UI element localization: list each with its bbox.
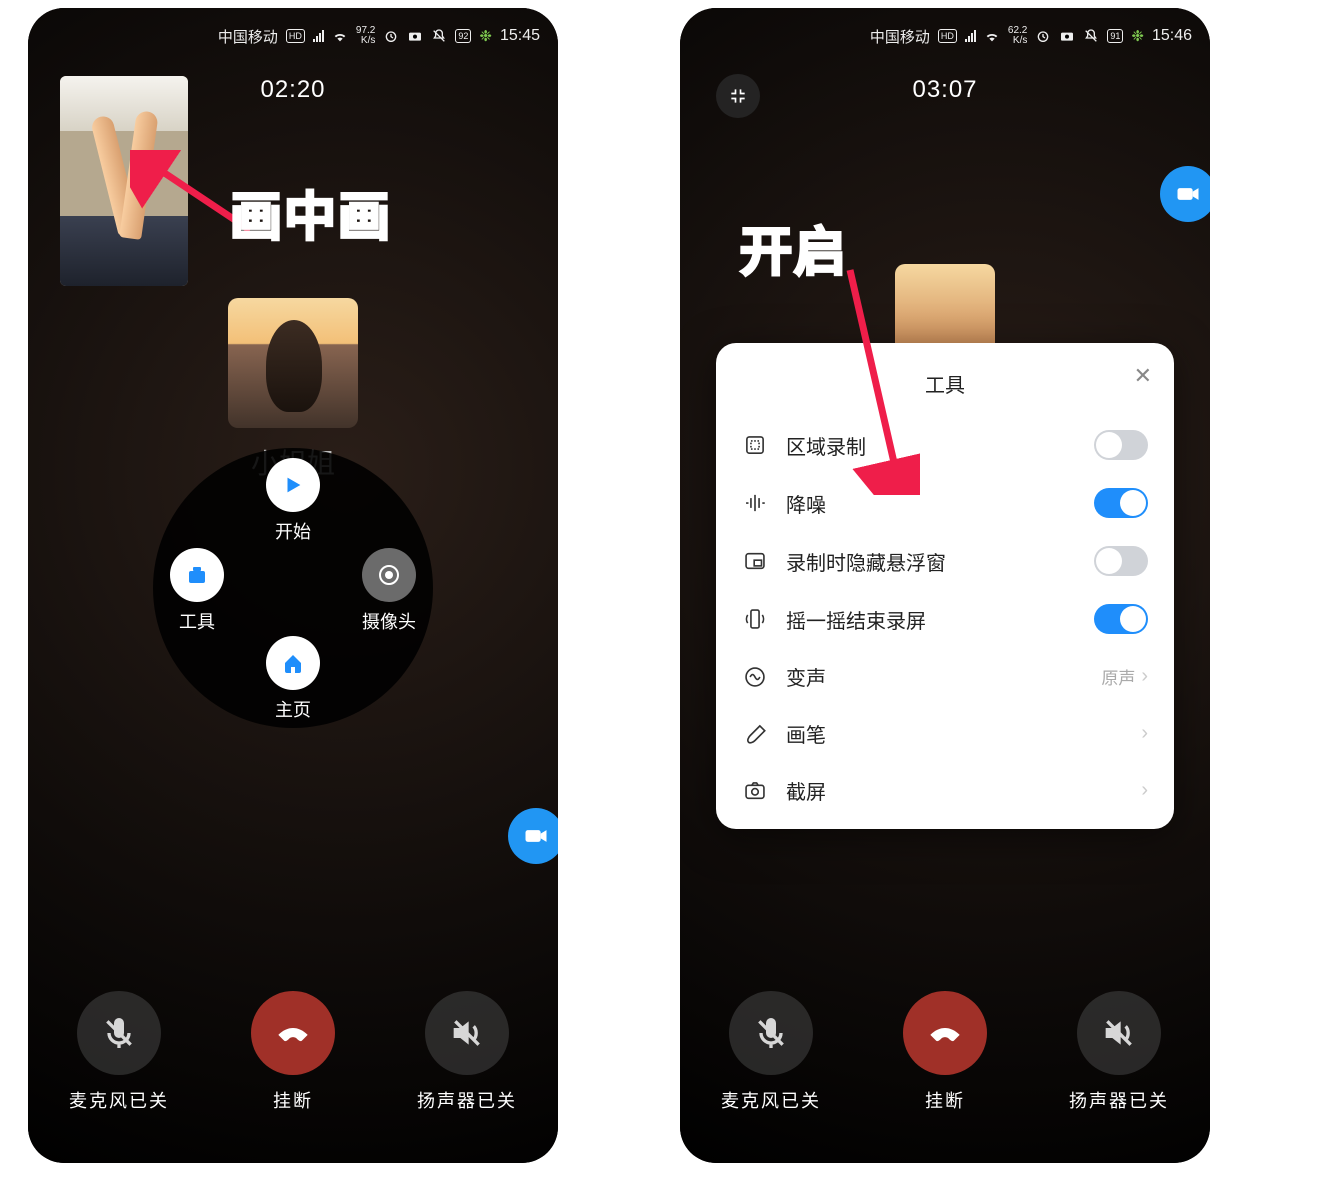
panel-title: 工具 — [742, 369, 1148, 398]
hangup-button[interactable]: 挂断 — [903, 991, 987, 1113]
voice-value: 原声 — [1101, 664, 1135, 689]
tools-panel: 工具 ✕ 区域录制 降噪 录制时隐藏悬浮窗 摇一摇结束录屏 — [716, 343, 1174, 829]
bell-off-icon — [1083, 28, 1099, 44]
carrier-label: 中国移动 — [870, 26, 930, 47]
sound-wave-icon — [742, 490, 768, 516]
bell-off-icon — [431, 28, 447, 44]
avatar-image — [895, 264, 995, 344]
battery-badge: 91 — [1107, 29, 1123, 43]
row-hide-float[interactable]: 录制时隐藏悬浮窗 — [742, 532, 1148, 590]
avatar-image — [228, 298, 358, 428]
signal-icon — [313, 30, 324, 42]
speaker-button[interactable]: 扬声器已关 — [1069, 991, 1169, 1113]
carrier-label: 中国移动 — [218, 26, 278, 47]
signal-icon — [965, 30, 976, 42]
battery-badge: 92 — [455, 29, 471, 43]
camera-icon — [407, 28, 423, 44]
record-bubble[interactable] — [1160, 166, 1210, 222]
alarm-icon — [1035, 28, 1051, 44]
phone-right: 中国移动 HD 62.2K/s 91 ❉ 15:46 03:07 工具 ✕ 区域 — [680, 8, 1210, 1163]
mic-button[interactable]: 麦克风已关 — [721, 991, 821, 1113]
alarm-icon — [383, 28, 399, 44]
camera-icon — [742, 778, 768, 804]
close-button[interactable]: ✕ — [1134, 363, 1152, 389]
fullscreen-exit-button[interactable] — [716, 74, 760, 118]
mic-label: 麦克风已关 — [721, 1087, 821, 1113]
row-shake-stop[interactable]: 摇一摇结束录屏 — [742, 590, 1148, 648]
crop-icon — [742, 432, 768, 458]
screen-right: 中国移动 HD 62.2K/s 91 ❉ 15:46 03:07 工具 ✕ 区域 — [680, 8, 1210, 1163]
mic-button[interactable]: 麦克风已关 — [69, 991, 169, 1113]
wheel-tools[interactable]: 工具 — [157, 548, 237, 634]
call-bar: 麦克风已关 挂断 扬声器已关 — [28, 991, 558, 1113]
hide-toggle[interactable] — [1094, 546, 1148, 576]
call-bar: 麦克风已关 挂断 扬声器已关 — [680, 991, 1210, 1113]
speaker-button[interactable]: 扬声器已关 — [417, 991, 517, 1113]
speaker-label: 扬声器已关 — [417, 1087, 517, 1113]
hangup-label: 挂断 — [903, 1087, 987, 1113]
chevron-right-icon: › — [1141, 779, 1148, 802]
row-screenshot[interactable]: 截屏 › — [742, 762, 1148, 819]
row-brush[interactable]: 画笔 › — [742, 705, 1148, 762]
mic-label: 麦克风已关 — [69, 1087, 169, 1113]
wifi-icon — [332, 28, 348, 44]
window-icon — [742, 548, 768, 574]
hd-badge: HD — [286, 29, 305, 43]
chevron-right-icon: › — [1141, 722, 1148, 745]
hd-badge: HD — [938, 29, 957, 43]
hangup-label: 挂断 — [251, 1087, 335, 1113]
clock-label: 15:45 — [500, 27, 540, 45]
clock-label: 15:46 — [1152, 27, 1192, 45]
row-noise-reduce[interactable]: 降噪 — [742, 474, 1148, 532]
shake-toggle[interactable] — [1094, 604, 1148, 634]
shake-icon — [742, 606, 768, 632]
leaf-icon: ❉ — [1131, 27, 1144, 45]
record-bubble[interactable] — [508, 808, 558, 864]
status-bar: 中国移动 HD 97.2K/s 92 ❉ 15:45 — [28, 20, 558, 52]
phone-left: 中国移动 HD 97.2K/s 92 ❉ 15:45 02:20 小姐姐 开始 — [28, 8, 558, 1163]
wheel-camera[interactable]: 摄像头 — [349, 548, 429, 634]
row-voice-change[interactable]: 变声 原声 › — [742, 648, 1148, 705]
row-region-record[interactable]: 区域录制 — [742, 416, 1148, 474]
region-toggle[interactable] — [1094, 430, 1148, 460]
speaker-label: 扬声器已关 — [1069, 1087, 1169, 1113]
voice-icon — [742, 664, 768, 690]
net-speed: 62.2K/s — [1008, 26, 1027, 46]
camera-icon — [1059, 28, 1075, 44]
noise-toggle[interactable] — [1094, 488, 1148, 518]
wheel-start[interactable]: 开始 — [253, 458, 333, 544]
chevron-right-icon: › — [1141, 665, 1148, 688]
radial-menu: 开始 工具 摄像头 主页 — [153, 448, 433, 728]
net-speed: 97.2K/s — [356, 26, 375, 46]
hangup-button[interactable]: 挂断 — [251, 991, 335, 1113]
pip-preview[interactable] — [60, 76, 188, 286]
leaf-icon: ❉ — [479, 27, 492, 45]
brush-icon — [742, 721, 768, 747]
screen-left: 中国移动 HD 97.2K/s 92 ❉ 15:45 02:20 小姐姐 开始 — [28, 8, 558, 1163]
wheel-home[interactable]: 主页 — [253, 636, 333, 722]
status-bar: 中国移动 HD 62.2K/s 91 ❉ 15:46 — [680, 20, 1210, 52]
wifi-icon — [984, 28, 1000, 44]
